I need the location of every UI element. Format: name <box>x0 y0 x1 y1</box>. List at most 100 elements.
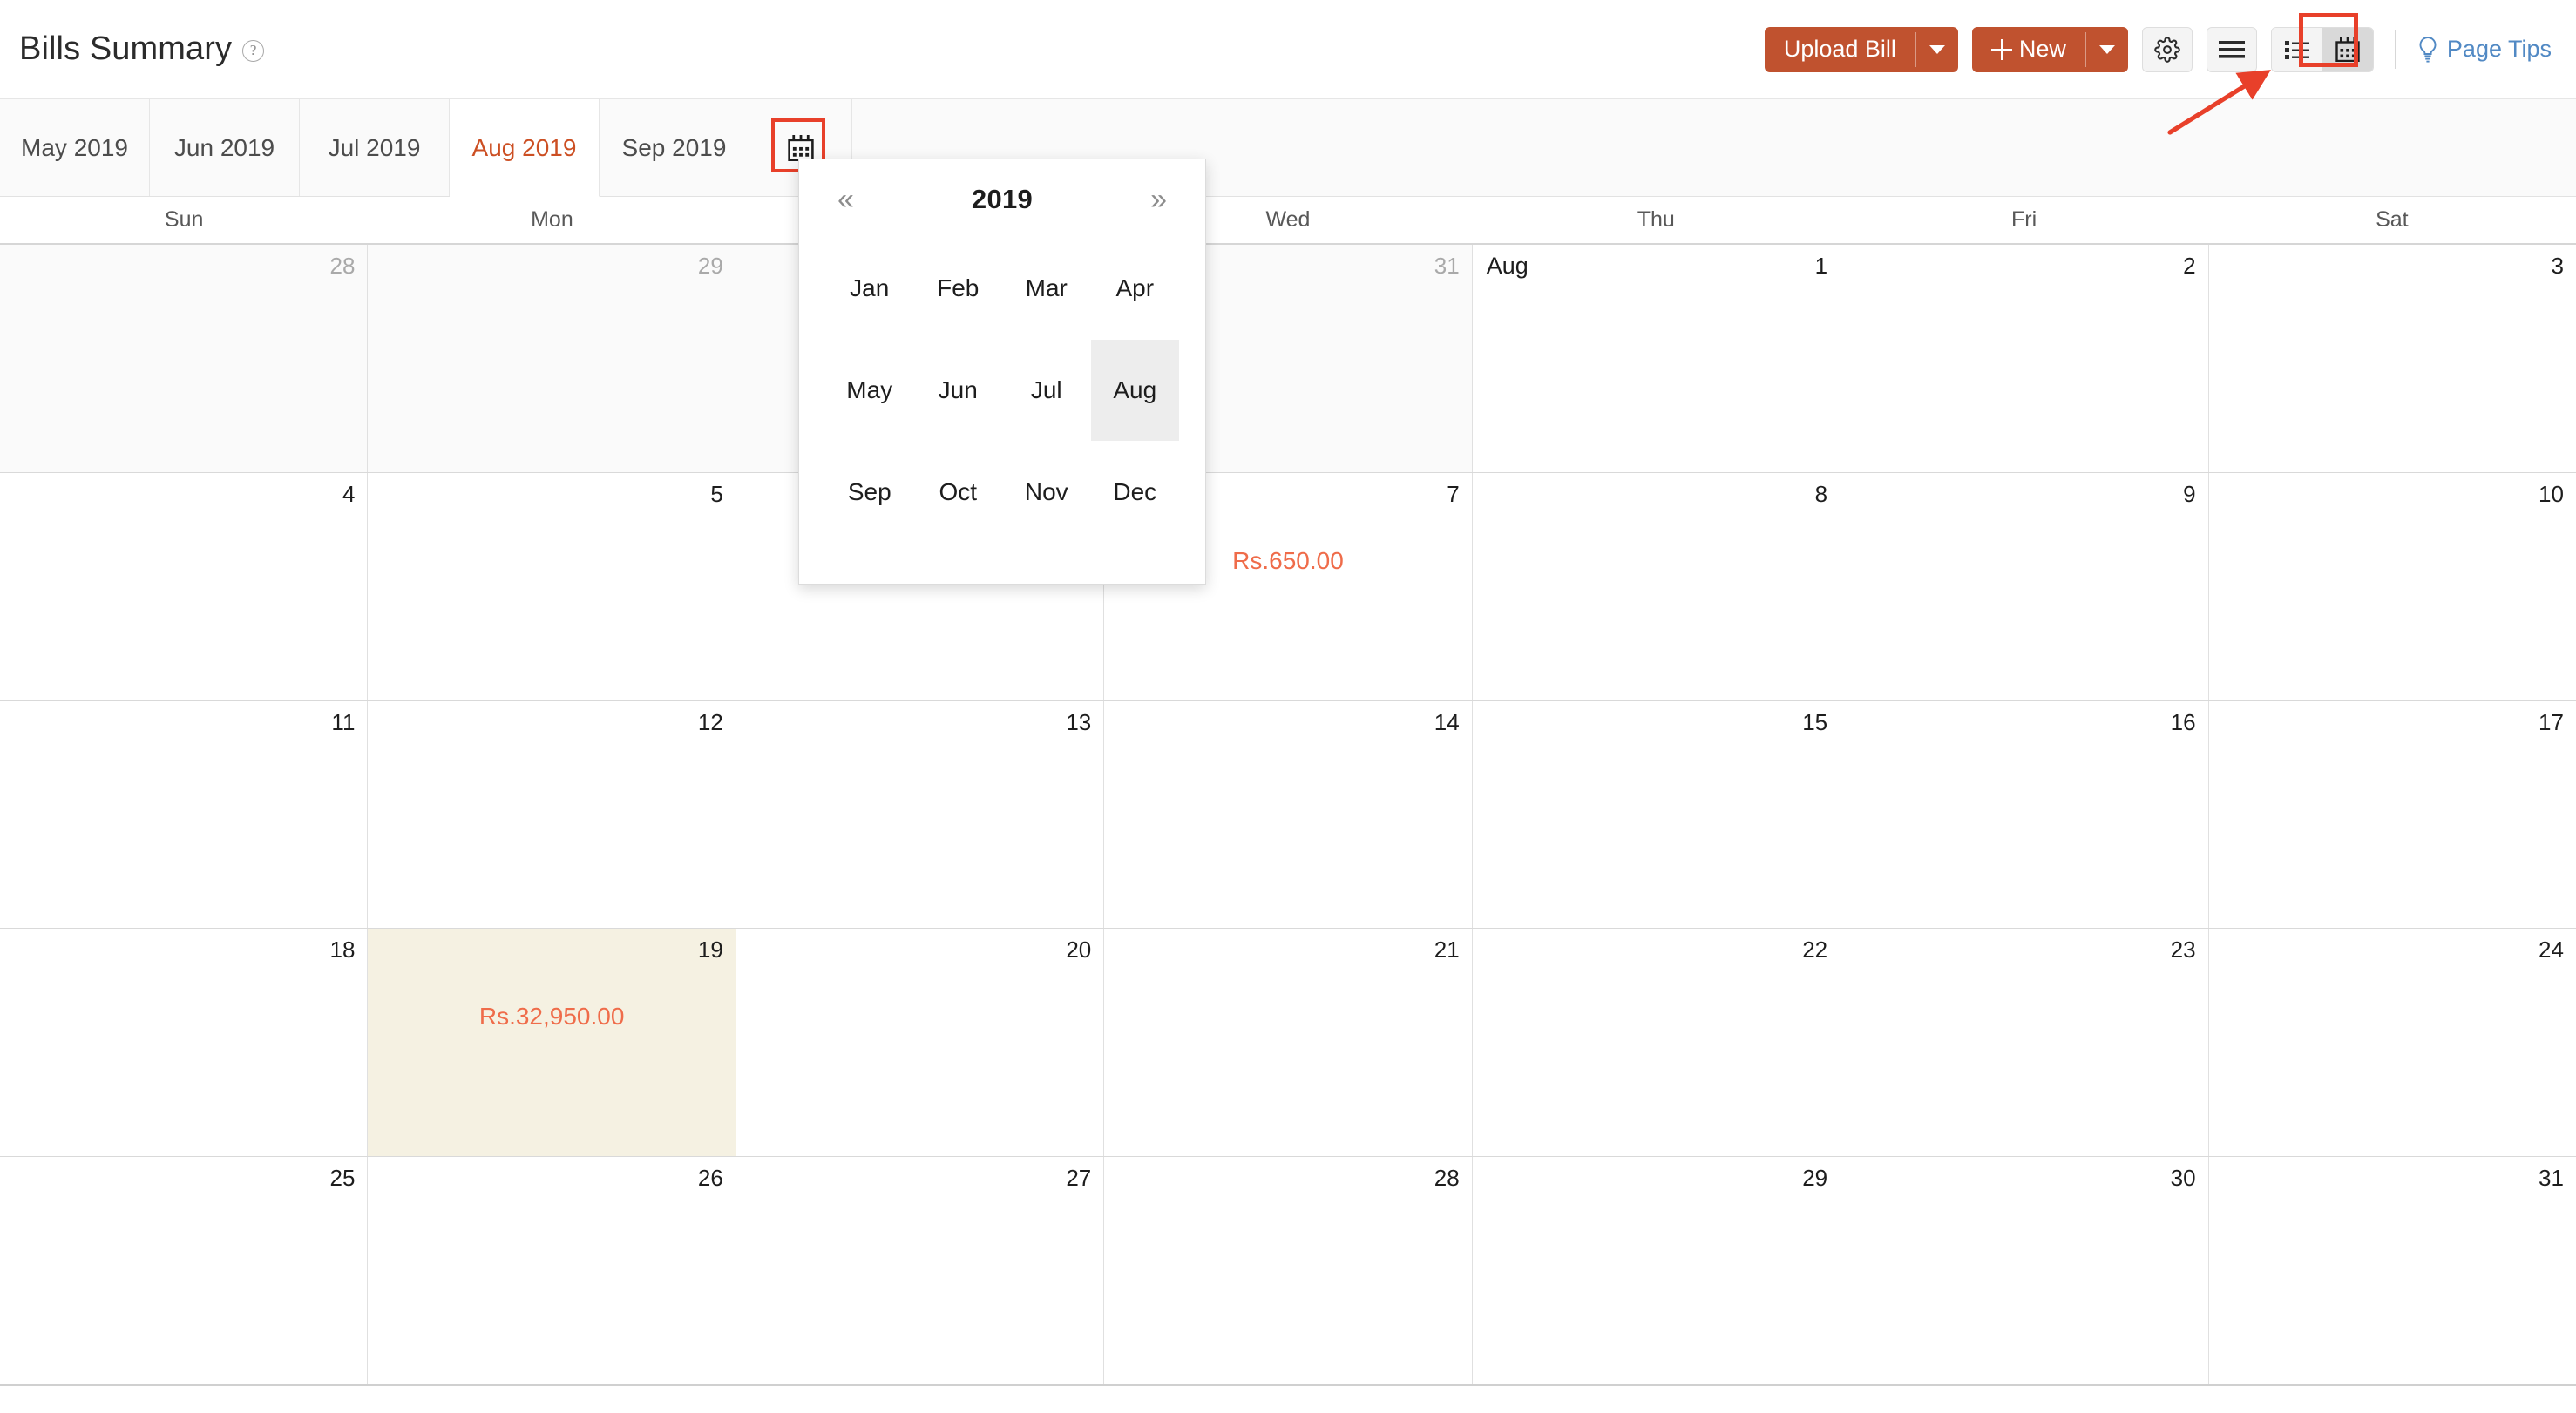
month-option-dec[interactable]: Dec <box>1091 441 1180 543</box>
list-view-icon <box>2284 40 2309 59</box>
calendar-day-cell[interactable]: 12 <box>368 700 736 929</box>
month-option-jul[interactable]: Jul <box>1002 340 1091 442</box>
calendar-day-cell[interactable]: 16 <box>1840 700 2209 929</box>
calendar-day-cell[interactable]: 14 <box>1104 700 1473 929</box>
calendar-day-cell[interactable]: 18 <box>0 929 369 1157</box>
weekday-thu: Thu <box>1637 207 1675 232</box>
day-number: 15 <box>1802 708 1828 735</box>
day-number: 31 <box>1434 253 1460 279</box>
month-picker-year[interactable]: 2019 <box>972 184 1033 215</box>
calendar-day-cell[interactable]: Aug 1 <box>1472 245 1841 472</box>
calendar-day-cell[interactable]: 3 <box>2208 245 2576 472</box>
calendar-day-cell[interactable]: 11 <box>0 700 369 929</box>
day-number: 11 <box>331 708 356 735</box>
day-number: 4 <box>342 480 356 507</box>
month-label: Aug <box>1486 253 1529 279</box>
tab-jul-2019[interactable]: Jul 2019 <box>300 99 450 196</box>
calendar-day-cell[interactable]: 2 <box>1840 245 2209 472</box>
month-picker-header: « 2019 » <box>799 159 1205 215</box>
day-number: 29 <box>1802 1165 1828 1192</box>
calendar-day-cell[interactable]: 15 <box>1472 700 1841 929</box>
month-option-may[interactable]: May <box>825 340 914 442</box>
calendar-day-cell[interactable]: 26 <box>368 1157 736 1384</box>
month-picker-grid: Jan Feb Mar Apr May Jun Jul Aug Sep Oct … <box>799 238 1205 569</box>
month-tab-strip: May 2019 Jun 2019 Jul 2019 Aug 2019 Sep … <box>0 98 2576 197</box>
list-view-button[interactable] <box>2271 27 2322 71</box>
tab-sep-2019[interactable]: Sep 2019 <box>600 99 749 196</box>
plus-icon <box>1990 38 2012 60</box>
calendar-day-cell[interactable]: 28 <box>1104 1157 1473 1384</box>
calendar-day-cell[interactable]: 24 <box>2208 929 2576 1157</box>
calendar-day-cell[interactable]: 22 <box>1472 929 1841 1157</box>
day-number: 16 <box>2170 708 2196 735</box>
calendar-day-cell-today[interactable]: 19 Rs.32,950.00 <box>368 929 736 1157</box>
calendar-day-cell[interactable]: 31 <box>2208 1157 2576 1384</box>
day-number: 26 <box>697 1165 723 1192</box>
calendar-week-row: 11 12 13 14 15 16 17 <box>0 700 2576 930</box>
calendar-day-cell[interactable]: 5 <box>368 472 736 700</box>
calendar-day-cell[interactable]: 28 <box>0 245 369 472</box>
weekday-mon: Mon <box>531 207 573 232</box>
toolbar-separator <box>2394 30 2396 69</box>
day-number: 24 <box>2539 936 2564 963</box>
tab-aug-2019[interactable]: Aug 2019 <box>450 99 600 197</box>
tab-may-2019[interactable]: May 2019 <box>0 99 150 196</box>
calendar-day-cell[interactable]: 21 <box>1104 929 1473 1157</box>
upload-bill-label: Upload Bill <box>1783 36 1896 62</box>
day-number: 22 <box>1802 936 1828 963</box>
calendar-day-cell[interactable]: 23 <box>1840 929 2209 1157</box>
calendar-day-cell[interactable]: 20 <box>736 929 1105 1157</box>
calendar-day-cell[interactable]: 4 <box>0 472 369 700</box>
day-number: 28 <box>1434 1165 1460 1192</box>
calendar-day-cell[interactable]: 30 <box>1840 1157 2209 1384</box>
prev-year-button[interactable]: « <box>837 185 854 214</box>
upload-bill-button[interactable]: Upload Bill <box>1765 27 1915 72</box>
upload-bill-split-button: Upload Bill <box>1764 26 1958 72</box>
calendar-day-cell[interactable]: 27 <box>736 1157 1105 1384</box>
page-tips-button[interactable]: Page Tips <box>2417 36 2552 64</box>
page-tips-label: Page Tips <box>2446 36 2552 62</box>
page-title-group: Bills Summary ? <box>19 30 265 68</box>
new-label: New <box>2018 36 2066 62</box>
weekday-fri: Fri <box>2010 207 2037 232</box>
menu-button[interactable] <box>2206 26 2257 72</box>
calendar-week-row: 18 19 Rs.32,950.00 20 21 22 23 24 <box>0 929 2576 1158</box>
day-number: 19 <box>697 936 723 963</box>
calendar-day-cell[interactable]: 8 <box>1472 472 1841 700</box>
day-number: 25 <box>329 1165 356 1192</box>
calendar-view-icon <box>2335 37 2360 62</box>
month-option-oct[interactable]: Oct <box>914 441 1003 543</box>
month-option-sep[interactable]: Sep <box>825 441 914 543</box>
bill-amount[interactable]: Rs.32,950.00 <box>368 1003 735 1031</box>
month-option-mar[interactable]: Mar <box>1002 238 1091 340</box>
month-option-apr[interactable]: Apr <box>1091 238 1180 340</box>
new-split-button: New <box>1971 26 2128 72</box>
calendar-day-cell[interactable]: 10 <box>2208 472 2576 700</box>
calendar-day-cell[interactable]: 9 <box>1840 472 2209 700</box>
question-circle-icon[interactable]: ? <box>242 40 265 62</box>
calendar-day-cell[interactable]: 17 <box>2208 700 2576 929</box>
day-number: 5 <box>710 480 723 507</box>
calendar-day-cell[interactable]: 13 <box>736 700 1105 929</box>
new-dropdown-button[interactable] <box>2086 27 2128 72</box>
month-option-nov[interactable]: Nov <box>1002 441 1091 543</box>
day-number: 27 <box>1066 1165 1092 1192</box>
upload-bill-dropdown-button[interactable] <box>1916 27 1958 72</box>
calendar-day-cell[interactable]: 29 <box>1472 1157 1841 1384</box>
month-option-aug[interactable]: Aug <box>1090 339 1179 442</box>
calendar-day-cell[interactable]: 25 <box>0 1157 369 1384</box>
calendar-week-row: 28 29 30 31 Aug 1 2 3 <box>0 245 2576 473</box>
new-button[interactable]: New <box>1972 27 2085 72</box>
next-year-button[interactable]: » <box>1150 185 1167 214</box>
calendar-day-cell[interactable]: 29 <box>368 245 736 472</box>
calendar-view-button[interactable] <box>2322 27 2373 71</box>
tab-jun-2019[interactable]: Jun 2019 <box>150 99 300 196</box>
month-option-jun[interactable]: Jun <box>914 340 1003 442</box>
settings-button[interactable] <box>2141 26 2193 72</box>
day-number: 1 <box>1814 253 1828 279</box>
page-title: Bills Summary <box>19 30 233 67</box>
day-number: 20 <box>1066 936 1092 963</box>
month-option-jan[interactable]: Jan <box>825 238 914 340</box>
month-option-feb[interactable]: Feb <box>914 238 1003 340</box>
day-number: 2 <box>2183 253 2196 279</box>
